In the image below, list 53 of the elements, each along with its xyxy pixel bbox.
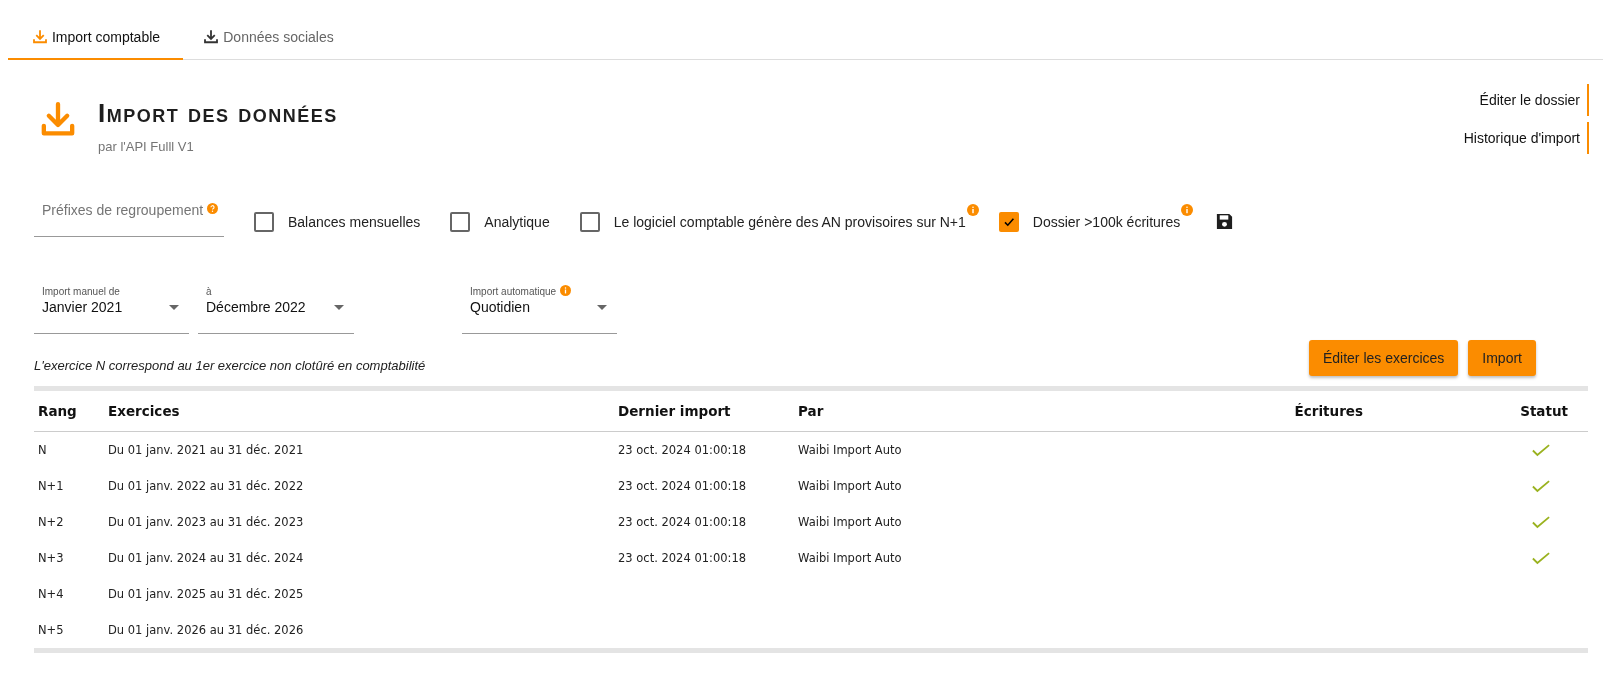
table-cell: Waibi Import Auto	[798, 515, 902, 529]
checkbox-label: Dossier >100k écritures	[1032, 213, 1181, 230]
table-cell-text: N+1	[37, 479, 65, 493]
table-cell: Waibi Import Auto	[798, 443, 902, 457]
dropdown[interactable]: à Décembre 2022	[198, 285, 354, 334]
table-cell-text: N+3	[37, 551, 65, 565]
table-cell-text: Du 01 janv. 2021 au 31 déc. 2021	[107, 443, 305, 457]
table-cell-text: N+2	[37, 515, 65, 529]
caret-icon	[334, 304, 344, 310]
table-cell: 23 oct. 2024 01:00:18	[618, 479, 747, 493]
table-cell-text: Du 01 janv. 2022 au 31 déc. 2022	[107, 479, 305, 493]
side-link[interactable]: Historique d'import	[1463, 122, 1589, 154]
checkbox-label: Balances mensuelles	[288, 213, 421, 230]
checkbox[interactable]	[579, 211, 600, 232]
caret-icon	[597, 304, 607, 310]
column-header: Exercices	[107, 403, 181, 419]
page-subtitle: par l'API Fulll V1	[98, 139, 195, 154]
action-button[interactable]: Import	[1468, 340, 1536, 376]
table-cell-text: Du 01 janv. 2023 au 31 déc. 2023	[107, 515, 305, 529]
column-header: Rang	[37, 403, 78, 419]
column-header: Écritures	[1294, 403, 1363, 419]
table-cell-text: Du 01 janv. 2024 au 31 déc. 2024	[107, 551, 305, 565]
table-cell-text: Du 01 janv. 2026 au 31 déc. 2026	[107, 623, 305, 637]
note-text: L'exercice N correspond au 1er exercice non clotûré en comptabilité	[34, 357, 426, 373]
table-cell: Waibi Import Auto	[798, 479, 902, 493]
caret-icon	[169, 304, 179, 310]
tab[interactable]: Import comptable	[8, 20, 183, 60]
table-cell-text: N	[37, 443, 48, 457]
checkbox[interactable]	[450, 211, 471, 232]
tab[interactable]: Données sociales	[183, 20, 353, 60]
save-icon[interactable]	[1215, 212, 1235, 231]
download-icon	[202, 28, 221, 46]
table-cell-text: N+4	[37, 587, 65, 601]
table-cell-text: N+5	[37, 623, 65, 637]
download-icon	[30, 28, 49, 46]
side-link[interactable]: Éditer le dossier	[1479, 84, 1589, 116]
table-cell-text: Du 01 janv. 2025 au 31 déc. 2025	[107, 587, 305, 601]
help-icon	[207, 203, 219, 214]
checkbox-label: Le logiciel comptable génère des AN provisoires sur N+1	[613, 213, 966, 230]
table-cell: Waibi Import Auto	[798, 551, 902, 565]
dropdown[interactable]: Import automatique Quotidien	[462, 285, 617, 334]
table-cell: 23 oct. 2024 01:00:18	[618, 551, 747, 565]
table-cell: 23 oct. 2024 01:00:18	[618, 515, 747, 529]
prefix-input-field[interactable]: Préfixes de regroupement	[34, 202, 224, 237]
checkbox[interactable]	[254, 211, 274, 232]
checkbox-label: Analytique	[484, 213, 550, 230]
action-button[interactable]: Éditer les exercices	[1308, 340, 1459, 376]
column-header: Statut	[1519, 403, 1568, 419]
page-title: Import des données	[98, 98, 338, 129]
table-cell: 23 oct. 2024 01:00:18	[618, 443, 747, 457]
dropdown[interactable]: Import manuel de Janvier 2021	[34, 285, 189, 334]
checkbox[interactable]	[998, 211, 1019, 232]
column-header: Dernier import	[617, 403, 732, 419]
